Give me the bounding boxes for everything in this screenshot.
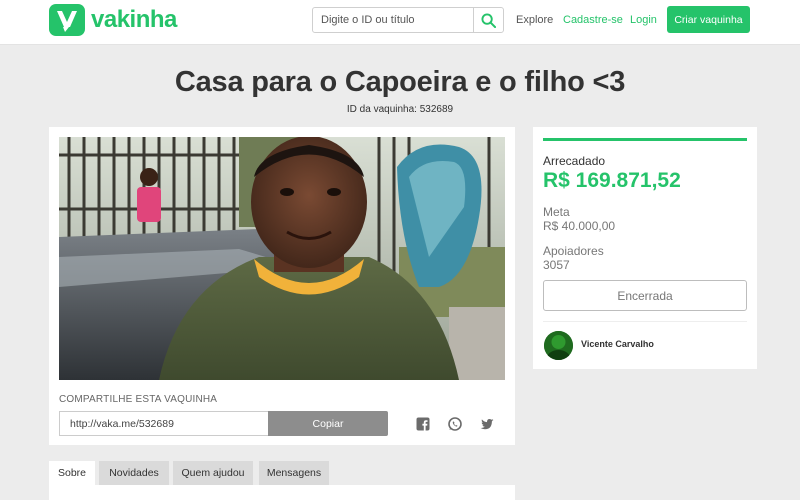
facebook-icon[interactable]: [416, 417, 430, 431]
tab-mensagens[interactable]: Mensagens: [259, 461, 329, 485]
backers-count: 3057: [543, 258, 570, 272]
search-box: [312, 7, 504, 33]
owner-name[interactable]: Vicente Carvalho: [581, 339, 654, 349]
campaign-card: COMPARTILHE ESTA VAQUINHA Copiar: [49, 127, 515, 445]
campaign-id: ID da vaquinha: 532689: [346, 104, 454, 115]
magnifier-icon: [481, 12, 496, 28]
top-navigation-bar: vakinha Explore Cadastre-se Login Criar …: [0, 0, 800, 45]
vakinha-logo[interactable]: vakinha: [49, 4, 177, 36]
funding-progress-bar: [543, 138, 747, 141]
logo-v-icon: [49, 4, 85, 36]
search-input[interactable]: [313, 8, 473, 32]
nav-signup-link[interactable]: Cadastre-se: [563, 14, 623, 26]
tab-quem-ajudou[interactable]: Quem ajudou: [173, 461, 253, 485]
create-vaquinha-button[interactable]: Criar vaquinha: [667, 6, 750, 33]
tab-sobre[interactable]: Sobre: [49, 461, 95, 485]
backers-label: Apoiadores: [543, 244, 604, 258]
progress-fill: [543, 138, 747, 141]
tab-panel: [49, 485, 515, 500]
search-button[interactable]: [473, 8, 503, 32]
goal-amount: R$ 40.000,00: [543, 219, 616, 233]
goal-label: Meta: [543, 205, 570, 219]
whatsapp-icon[interactable]: [448, 417, 462, 431]
share-label: COMPARTILHE ESTA VAQUINHA: [59, 394, 218, 405]
logo-wordmark: vakinha: [91, 6, 177, 33]
campaign-status-button[interactable]: Encerrada: [543, 280, 747, 311]
page-title: Casa para o Capoeira e o filho <3: [174, 66, 626, 98]
twitter-icon[interactable]: [480, 417, 494, 431]
nav-login-link[interactable]: Login: [630, 14, 657, 26]
owner-avatar[interactable]: [544, 331, 573, 360]
raised-label: Arrecadado: [543, 154, 606, 168]
donation-summary-card: Arrecadado R$ 169.871,52 Meta R$ 40.000,…: [533, 127, 757, 369]
raised-amount: R$ 169.871,52: [543, 169, 681, 192]
campaign-photo: [59, 137, 505, 380]
divider: [543, 321, 747, 322]
share-url-field[interactable]: [59, 411, 268, 436]
copy-link-button[interactable]: Copiar: [268, 411, 388, 436]
nav-explore-link[interactable]: Explore: [516, 14, 553, 26]
tab-novidades[interactable]: Novidades: [99, 461, 169, 485]
